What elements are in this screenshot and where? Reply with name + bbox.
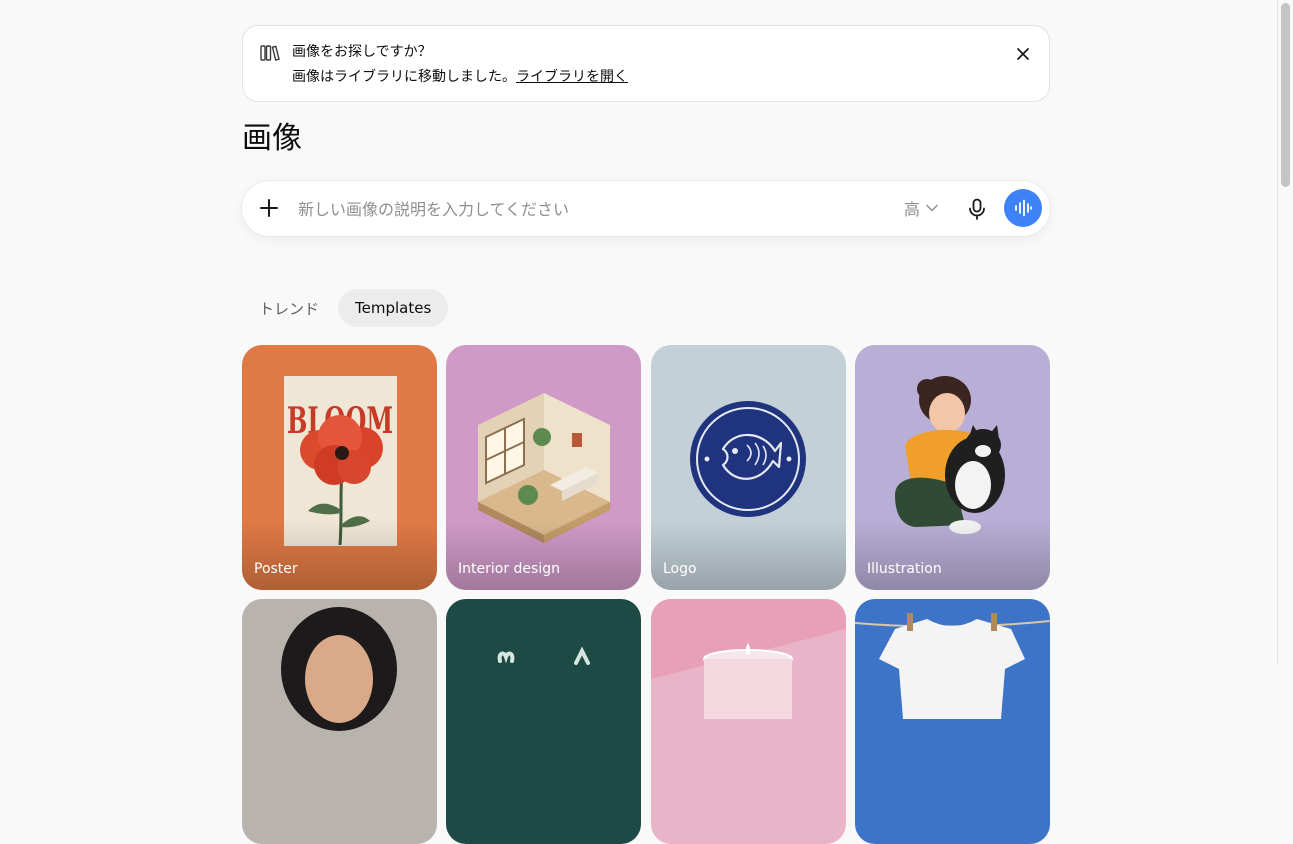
chevron-down-icon	[926, 204, 938, 212]
voice-waveform-icon	[1015, 199, 1032, 217]
template-card-tshirt[interactable]	[855, 599, 1050, 844]
voice-mode-button[interactable]	[1004, 189, 1042, 227]
library-icon	[260, 45, 280, 61]
template-card-illustration[interactable]: Illustration	[855, 345, 1050, 590]
banner-title: 画像をお探しですか？	[292, 44, 432, 60]
tab-trending[interactable]: トレンド	[242, 289, 336, 327]
template-card-interior-design[interactable]: Interior design	[446, 345, 641, 590]
template-card-green[interactable]	[446, 599, 641, 844]
quality-dropdown[interactable]: 高	[904, 197, 938, 219]
scrollbar[interactable]	[1277, 0, 1293, 665]
quality-value: 高	[904, 200, 921, 219]
tab-templates[interactable]: Templates	[338, 289, 449, 327]
template-card-candle[interactable]	[651, 599, 846, 844]
card-label: Logo	[663, 561, 697, 577]
plus-icon[interactable]	[256, 195, 282, 221]
template-card-poster[interactable]: BLOOM Poster	[242, 345, 437, 590]
card-gradient	[855, 520, 1050, 590]
tshirt-thumbnail	[855, 613, 1050, 719]
card-label: Interior design	[458, 561, 560, 577]
image-prompt-input[interactable]	[296, 195, 890, 223]
green-thumbnail	[497, 646, 590, 665]
portrait-thumbnail	[281, 607, 397, 731]
library-moved-banner: 画像をお探しですか？ 画像はライブラリに移動しました。ライブラリを開く	[242, 25, 1050, 102]
scrollbar-thumb[interactable]	[1281, 3, 1290, 187]
template-card-logo[interactable]: Logo	[651, 345, 846, 590]
card-label: Illustration	[867, 561, 942, 577]
microphone-icon[interactable]	[964, 196, 990, 222]
image-prompt-composer: 高	[242, 181, 1050, 236]
template-card-portrait[interactable]	[242, 599, 437, 844]
open-library-link[interactable]: ライブラリを開く	[516, 69, 628, 85]
card-gradient	[446, 520, 641, 590]
banner-message-line: 画像はライブラリに移動しました。ライブラリを開く	[292, 67, 628, 87]
banner-message: 画像はライブラリに移動しました。	[292, 69, 516, 85]
category-tabs: トレンド Templates	[242, 289, 449, 327]
candle-thumbnail	[651, 599, 846, 719]
close-icon[interactable]	[1013, 44, 1033, 64]
page-title: 画像	[242, 121, 302, 156]
card-gradient	[651, 520, 846, 590]
card-gradient	[242, 520, 437, 590]
card-label: Poster	[254, 561, 298, 577]
